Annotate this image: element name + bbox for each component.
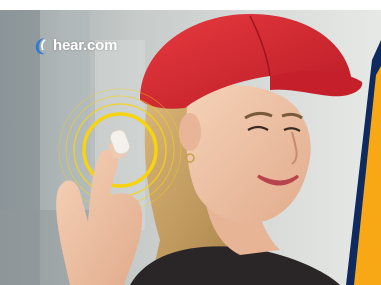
- brand-logo: hear.com: [34, 36, 117, 56]
- ear: [179, 113, 201, 151]
- top-strip: [0, 0, 381, 10]
- ad-banner: hear.com: [0, 0, 381, 285]
- arc-swoosh-icon: [35, 38, 46, 55]
- brand-name: hear.com: [53, 37, 118, 54]
- face: [185, 85, 311, 223]
